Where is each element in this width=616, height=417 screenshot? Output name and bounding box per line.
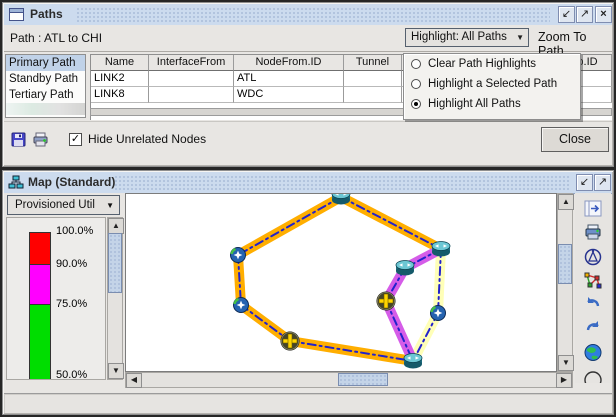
scroll-down-icon[interactable]: ▼ [108,363,124,379]
node-router [404,354,422,369]
undo-icon[interactable] [583,295,603,314]
maximize-icon[interactable]: ↗ [594,174,611,191]
cell [344,87,402,103]
node-globe [431,306,446,321]
node-globe [231,248,246,263]
paths-toolbar: Path : ATL to CHI Highlight: All Paths ▼… [4,25,612,52]
desktop: Paths ↙ ↗ × Path : ATL to CHI Highlight:… [0,0,616,417]
cell: ATL [234,71,344,87]
scrollbar-thumb[interactable] [338,373,388,386]
scroll-up-icon[interactable]: ▲ [108,218,124,234]
node-router [332,194,350,205]
legend-scale: 100.0% 90.0% 75.0% 50.0% [6,217,106,380]
cell [344,71,402,87]
map-icon [8,175,24,195]
print-icon[interactable] [32,131,49,148]
column-header-tunnel[interactable]: Tunnel [344,55,402,71]
panel-arrow-icon[interactable] [583,199,603,218]
minimize-icon[interactable]: ↙ [576,174,593,191]
map-titlebar[interactable]: Map (Standard) ↙ ↗ [4,172,612,194]
map-vertical-scrollbar[interactable]: ▲ ▼ [557,193,573,372]
map-statusbar [4,393,612,413]
legend-metric-dropdown[interactable]: Provisioned Util ▼ [7,195,120,215]
menu-item-highlight-selected-path[interactable]: Highlight a Selected Path [404,74,580,94]
sidebar-gradient [6,103,85,115]
titlebar-texture [114,175,570,190]
scrollbar-thumb[interactable] [558,244,572,284]
printer-icon[interactable] [583,223,603,242]
chevron-down-icon: ▼ [106,197,114,215]
legend-segment-red [29,232,51,265]
minimize-icon[interactable]: ↙ [558,6,575,23]
column-header-name[interactable]: Name [91,55,149,71]
legend-panel: Provisioned Util ▼ 100.0% 90.0% 75.0% 50… [4,193,126,382]
hide-unrelated-nodes-label: Hide Unrelated Nodes [88,132,206,146]
map-viewport[interactable] [125,193,557,372]
cell [149,71,234,87]
node-site [377,292,395,310]
divider [4,121,612,122]
node-globe [234,298,249,313]
path-type-list: Primary Path Standby Path Tertiary Path [5,54,86,118]
scroll-right-icon[interactable]: ▶ [556,373,572,388]
legend-scrollbar[interactable]: ▲ ▼ [107,217,123,380]
cell: WDC [234,87,344,103]
map-window: Map (Standard) ↙ ↗ Provisioned Util ▼ 10… [2,170,614,415]
menu-item-label: Clear Path Highlights [428,58,536,70]
legend-tick: 100.0% [56,225,93,237]
legend-segment-magenta [29,264,51,305]
menu-item-label: Highlight a Selected Path [428,78,557,90]
legend-tick: 75.0% [56,298,87,310]
path-label: Path : ATL to CHI [10,31,102,45]
node-router [432,242,450,257]
close-icon[interactable]: × [595,6,612,23]
radio-icon [411,79,421,89]
scroll-down-icon[interactable]: ▼ [558,355,574,371]
node-site [281,332,299,350]
hide-unrelated-nodes-checkbox[interactable] [69,133,82,146]
legend-segment-green [29,304,51,380]
map-window-title: Map (Standard) [28,175,115,189]
titlebar-texture [76,7,550,22]
paths-window-title: Paths [30,7,63,21]
save-icon[interactable] [10,131,27,148]
cell [149,87,234,103]
sidebar-item-primary-path[interactable]: Primary Path [6,55,85,71]
compass-icon[interactable] [583,247,603,266]
menu-item-highlight-all-paths[interactable]: Highlight All Paths [404,94,580,114]
network-map [126,194,556,371]
maximize-icon[interactable]: ↗ [576,6,593,23]
radio-icon [411,59,421,69]
redo-icon[interactable] [583,319,603,338]
map-horizontal-scrollbar[interactable]: ◀ ▶ [125,372,573,388]
legend-tick: 90.0% [56,258,87,270]
paths-titlebar[interactable]: Paths ↙ ↗ × [4,4,612,26]
legend-tick: 50.0% [56,369,87,380]
close-button[interactable]: Close [541,127,609,152]
column-header-interfacefrom[interactable]: InterfaceFrom [149,55,234,71]
topology-icon[interactable] [583,271,603,290]
map-toolbar [575,193,611,383]
highlight-dropdown[interactable]: Highlight: All Paths ▼ [405,28,529,47]
radio-icon [411,99,421,109]
globe-icon[interactable] [583,343,603,362]
scroll-up-icon[interactable]: ▲ [558,194,574,210]
clipped-circle-icon[interactable] [583,367,603,383]
highlight-popup-menu: Clear Path Highlights Highlight a Select… [403,53,581,120]
menu-item-label: Highlight All Paths [428,98,521,110]
sidebar-item-tertiary-path[interactable]: Tertiary Path [6,87,85,103]
scroll-left-icon[interactable]: ◀ [126,373,142,388]
highlight-dropdown-value: Highlight: All Paths [411,31,507,43]
cell: LINK2 [91,71,149,87]
sidebar-item-standby-path[interactable]: Standby Path [6,71,85,87]
window-icon [9,8,24,21]
legend-metric-value: Provisioned Util [15,199,95,211]
menu-item-clear-path-highlights[interactable]: Clear Path Highlights [404,54,580,74]
column-header-nodefromid[interactable]: NodeFrom.ID [234,55,344,71]
cell: LINK8 [91,87,149,103]
chevron-down-icon: ▼ [516,29,524,46]
scrollbar-thumb[interactable] [108,233,122,293]
node-router [396,261,414,276]
